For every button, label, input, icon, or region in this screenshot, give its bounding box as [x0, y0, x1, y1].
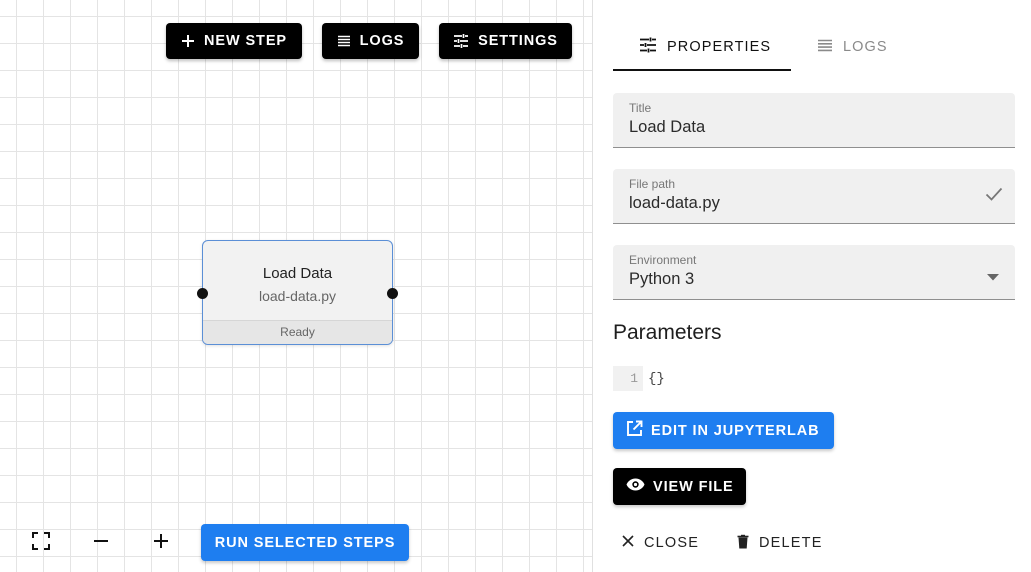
tune-icon	[453, 34, 469, 48]
list-icon	[817, 39, 833, 56]
close-label: CLOSE	[644, 535, 700, 551]
line-number: 1	[613, 366, 643, 391]
fullscreen-icon	[32, 531, 50, 555]
edit-in-jupyterlab-label: EDIT IN JUPYTERLAB	[651, 422, 820, 439]
fullscreen-button[interactable]	[26, 528, 56, 558]
tab-properties[interactable]: PROPERTIES	[613, 24, 791, 70]
minus-icon	[93, 533, 109, 554]
properties-panel: PROPERTIES LOGS Title Load Data File pat…	[594, 0, 1031, 572]
environment-field-value: Python 3	[629, 270, 695, 288]
tab-logs[interactable]: LOGS	[791, 24, 969, 70]
delete-button[interactable]: DELETE	[737, 530, 823, 556]
node-output-port[interactable]	[387, 288, 398, 299]
view-file-label: VIEW FILE	[653, 478, 734, 495]
delete-label: DELETE	[759, 535, 823, 551]
node-status: Ready	[203, 320, 392, 344]
check-icon	[985, 187, 1003, 206]
logs-button[interactable]: LOGS	[322, 23, 419, 59]
parameters-code: {}	[648, 370, 665, 387]
node-input-port[interactable]	[197, 288, 208, 299]
file-path-field-value: load-data.py	[629, 194, 720, 212]
new-step-label: NEW STEP	[204, 33, 287, 49]
pipeline-canvas[interactable]: NEW STEP LOGS SETTINGS Load Data load-da…	[0, 0, 593, 572]
dropdown-arrow-icon	[987, 268, 999, 286]
close-button[interactable]: CLOSE	[622, 530, 699, 556]
list-icon	[337, 35, 351, 47]
trash-icon	[737, 534, 749, 553]
node-title: Load Data	[262, 265, 333, 282]
active-tab-indicator	[613, 69, 791, 71]
zoom-in-button[interactable]	[146, 528, 176, 558]
file-path-field-label: File path	[629, 177, 676, 191]
title-field-label: Title	[629, 101, 652, 115]
title-field[interactable]: Title Load Data	[613, 93, 1015, 148]
view-file-button[interactable]: VIEW FILE	[613, 468, 746, 505]
edit-in-jupyterlab-button[interactable]: EDIT IN JUPYTERLAB	[613, 412, 834, 449]
pipeline-step-node[interactable]: Load Data load-data.py Ready	[197, 240, 398, 345]
plus-icon	[181, 34, 195, 48]
tab-properties-label: PROPERTIES	[667, 39, 772, 55]
file-path-field[interactable]: File path load-data.py	[613, 169, 1015, 224]
logs-label: LOGS	[359, 33, 405, 49]
title-field-value: Load Data	[629, 118, 706, 136]
tab-logs-label: LOGS	[843, 39, 888, 55]
environment-field-label: Environment	[629, 253, 697, 267]
environment-select[interactable]: Environment Python 3	[613, 245, 1015, 300]
open-external-icon	[626, 420, 643, 441]
node-file: load-data.py	[258, 288, 337, 304]
zoom-out-button[interactable]	[86, 528, 116, 558]
settings-button[interactable]: SETTINGS	[439, 23, 572, 59]
parameters-heading: Parameters	[613, 321, 722, 344]
parameters-editor[interactable]: 1 {}	[613, 366, 665, 391]
eye-icon	[626, 478, 645, 495]
close-icon	[622, 535, 634, 551]
plus-icon	[153, 533, 169, 554]
tune-icon	[639, 37, 657, 57]
settings-label: SETTINGS	[478, 33, 558, 49]
new-step-button[interactable]: NEW STEP	[166, 23, 302, 59]
run-selected-steps-button[interactable]: RUN SELECTED STEPS	[201, 524, 409, 561]
